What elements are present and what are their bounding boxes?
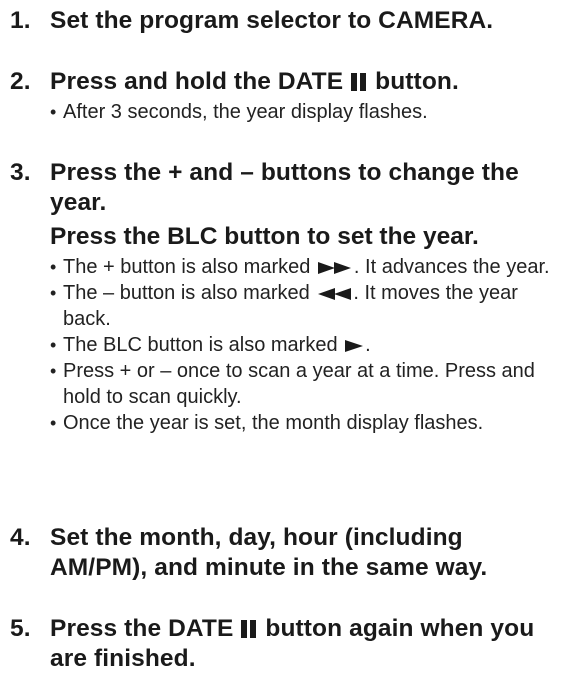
bullet-list: • The + button is also marked . It advan… (10, 254, 560, 436)
bullet-item: • Press + or – once to scan a year at a … (10, 358, 560, 410)
bullet-text-part: The BLC button is also marked (63, 334, 338, 356)
play-icon (345, 339, 364, 352)
bullet-text: The – button is also marked . It moves t… (63, 280, 560, 332)
step-subtitle: Press the BLC button to set the year. (50, 223, 479, 250)
bullet-text: The BLC button is also marked . (63, 332, 560, 358)
bullet-item: • Once the year is set, the month displa… (10, 410, 560, 436)
bullet-text-part: . It advances the year. (353, 256, 550, 278)
step-title: Set the program selector to CAMERA. (50, 7, 494, 34)
step-number: 5. (10, 615, 31, 642)
step-title-part: button. (375, 68, 459, 95)
bullet-text: After 3 seconds, the year display flashe… (63, 101, 428, 123)
bullet-dot: • (50, 257, 57, 277)
step-title-part: Press and hold the DATE (50, 68, 344, 95)
bullet-text-part: The – button is also marked (63, 282, 310, 304)
step-1: 1. Set the program selector to CAMERA. (10, 6, 560, 36)
bullet-text: Once the year is set, the month display … (63, 412, 484, 434)
step-title: Set the month, day, hour (including AM/P… (50, 524, 488, 581)
step-title: Press the + and – buttons to change the … (50, 159, 519, 216)
step-number: 2. (10, 68, 31, 95)
pause-icon (239, 620, 259, 638)
step-2: 2. Press and hold the DATE button. • Afte… (10, 67, 560, 125)
fast-forward-icon (317, 261, 351, 274)
bullet-dot: • (50, 361, 57, 381)
instruction-page: 1. Set the program selector to CAMERA. 2… (0, 0, 567, 674)
step-title: Press the DATE button again when you are … (50, 614, 560, 674)
step-title-part: Press the DATE (50, 615, 234, 642)
step-number: 4. (10, 524, 31, 551)
bullet-dot: • (50, 102, 57, 122)
bullet-text-part: . (365, 334, 371, 356)
bullet-dot: • (50, 283, 57, 303)
pause-icon (349, 73, 369, 91)
bullet-item: • After 3 seconds, the year display flas… (10, 99, 560, 125)
rewind-icon (318, 287, 352, 300)
bullet-dot: • (50, 335, 57, 355)
step-4: 4. Set the month, day, hour (including A… (10, 523, 560, 583)
bullet-item: • The BLC button is also marked . (10, 332, 560, 358)
bullet-text-part: The + button is also marked (63, 256, 311, 278)
step-number: 1. (10, 7, 31, 34)
step-title: Press and hold the DATE button. (50, 67, 560, 97)
bullet-dot: • (50, 413, 57, 433)
bullet-item: • The – button is also marked . It moves… (10, 280, 560, 332)
bullet-text: Press + or – once to scan a year at a ti… (63, 360, 535, 408)
step-5: 5. Press the DATE button again when you a… (10, 614, 560, 674)
bullet-text: The + button is also marked . It advance… (63, 254, 560, 280)
step-number: 3. (10, 159, 31, 186)
bullet-list: • After 3 seconds, the year display flas… (10, 99, 560, 125)
bullet-item: • The + button is also marked . It advan… (10, 254, 560, 280)
step-3: 3. Press the + and – buttons to change t… (10, 158, 560, 436)
